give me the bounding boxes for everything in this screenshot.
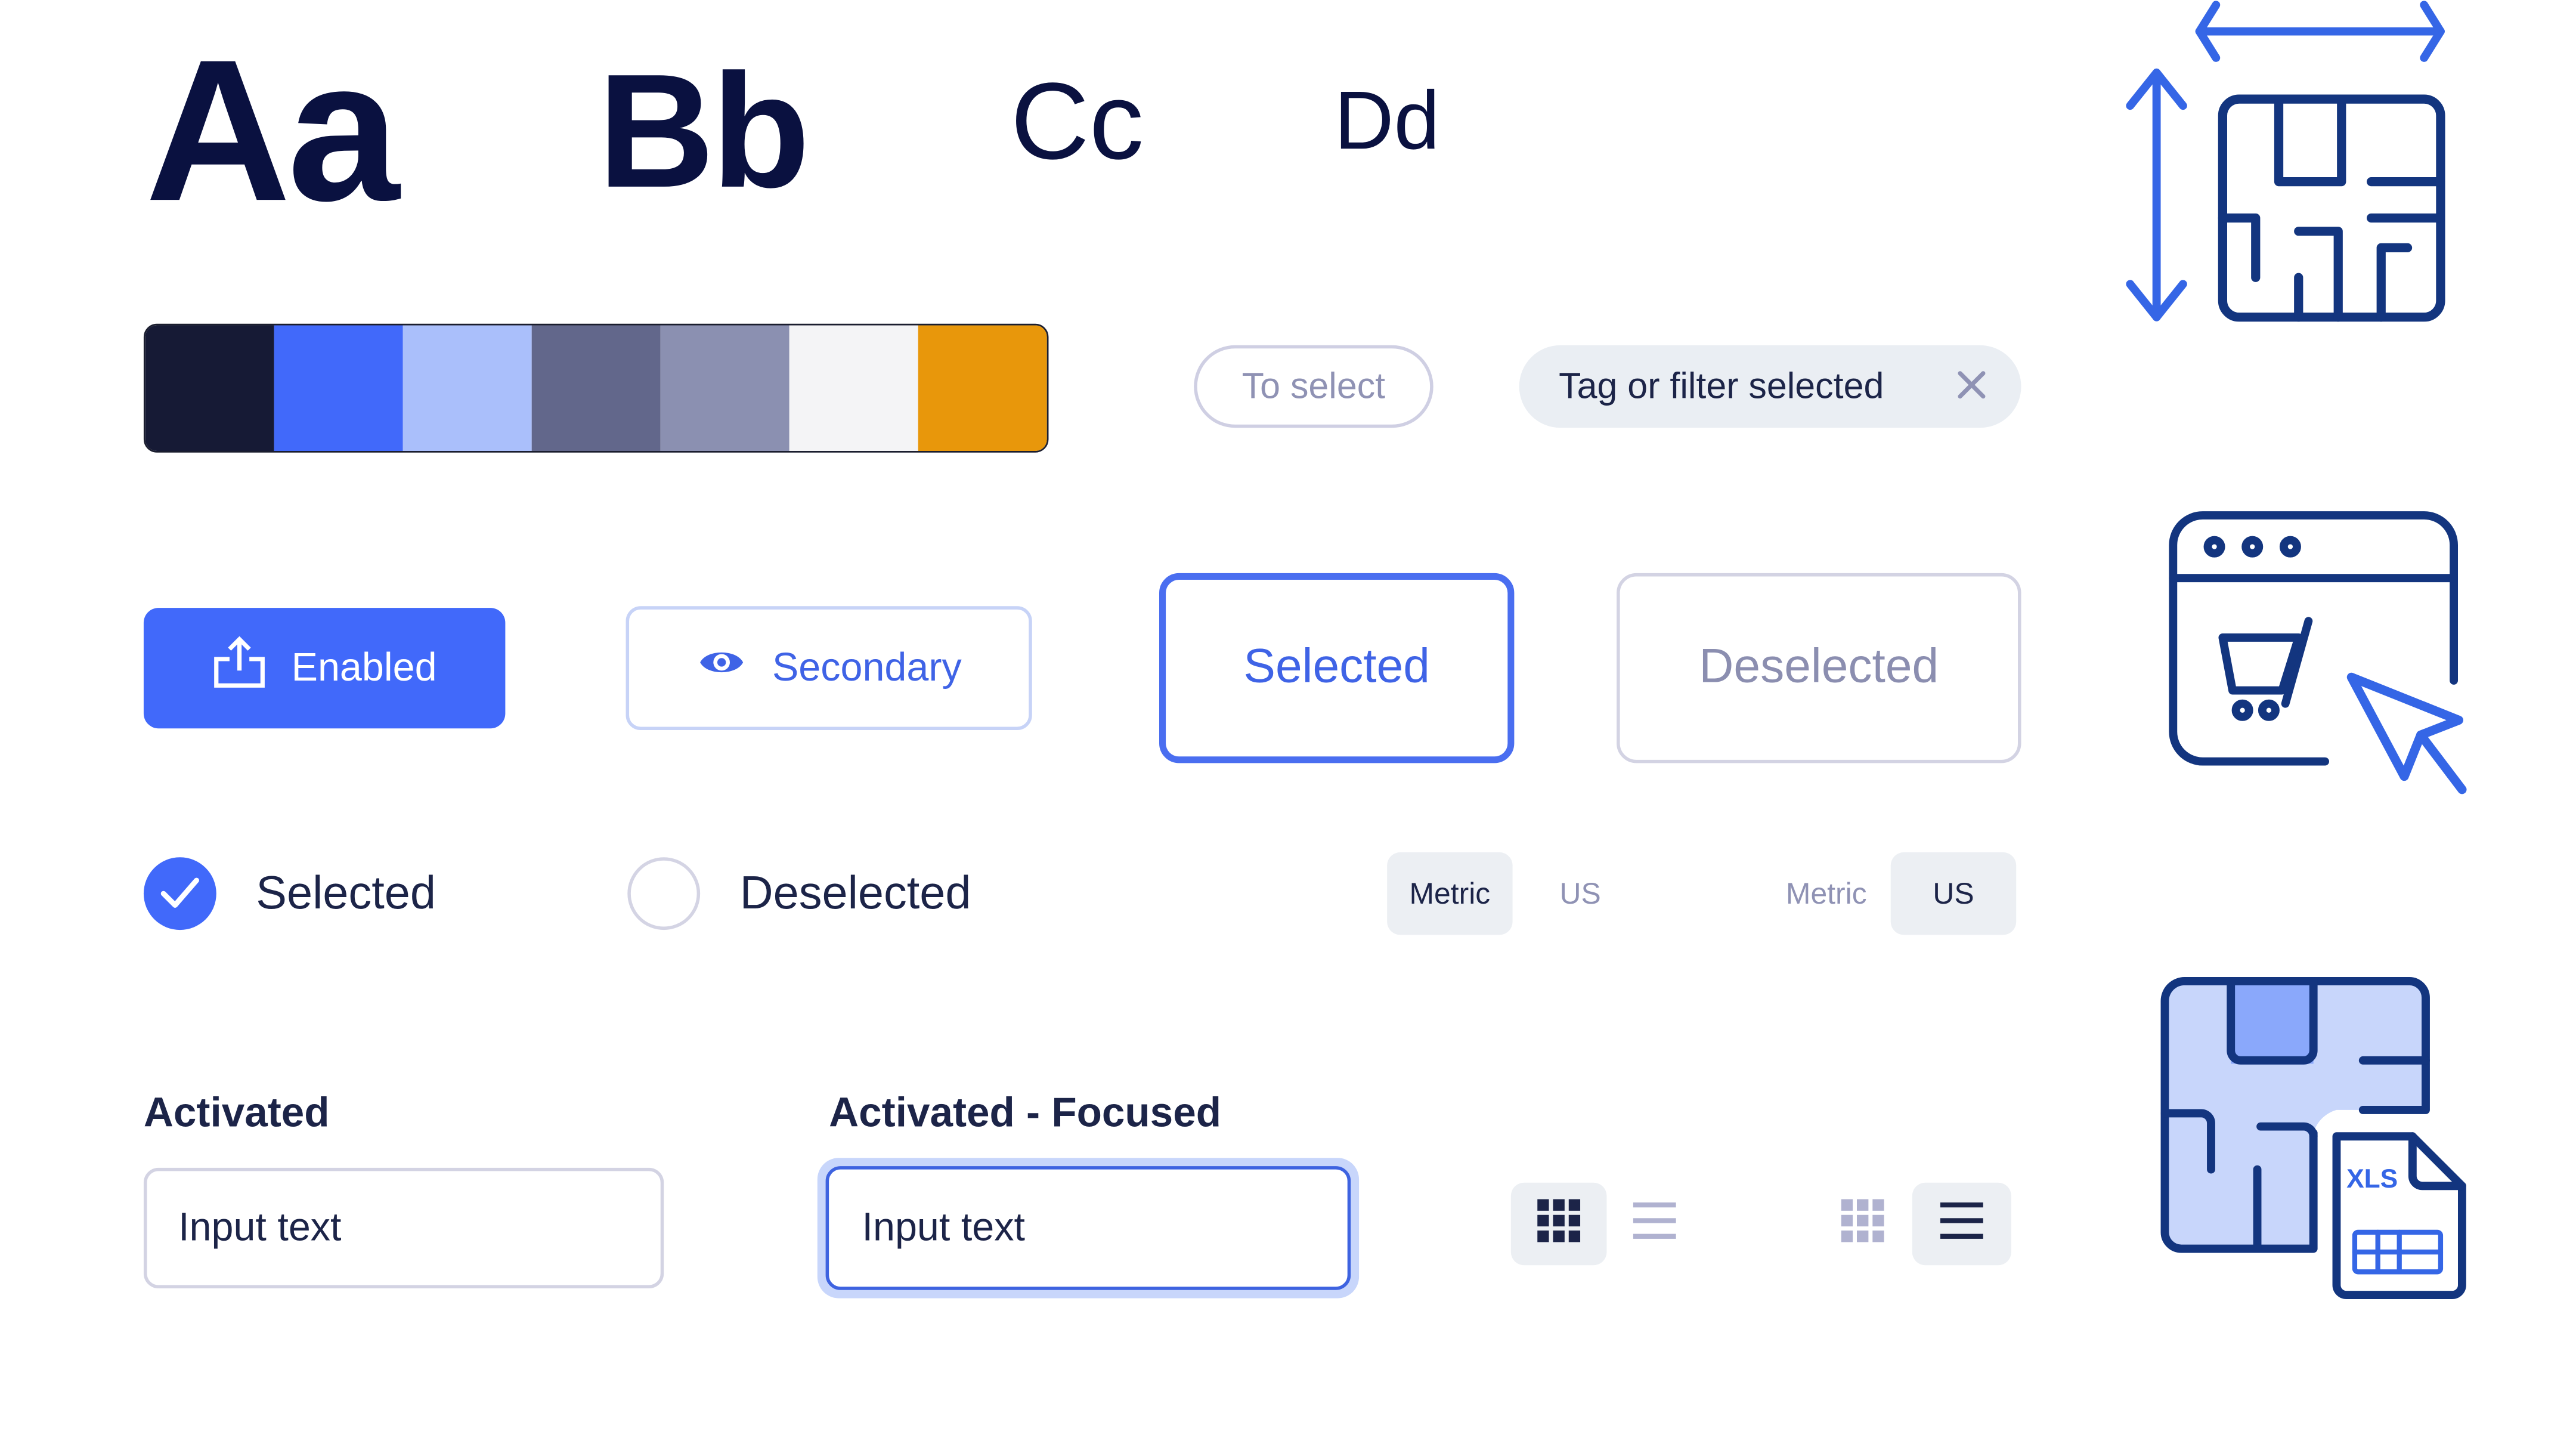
grid-icon [1537, 1198, 1581, 1250]
color-swatch [531, 325, 661, 451]
text-input-focused[interactable]: Input text [825, 1166, 1351, 1290]
type-sample-cc: Cc [1010, 59, 1144, 182]
list-icon [1940, 1200, 1983, 1248]
radio-empty-icon[interactable] [627, 857, 701, 930]
color-swatch [402, 325, 532, 451]
floorplan-xls-icon: XLS [2151, 971, 2482, 1318]
input-label-activated: Activated [143, 1090, 330, 1137]
selected-card-label: Selected [1243, 641, 1430, 694]
radio-label: Deselected [739, 867, 971, 919]
input-label-focused: Activated - Focused [829, 1090, 1222, 1137]
list-view-button[interactable] [1912, 1182, 2011, 1266]
selected-option-card[interactable]: Selected [1159, 573, 1515, 763]
floorplan-dimensions-icon [2120, 0, 2451, 330]
close-icon[interactable] [1952, 365, 1991, 404]
eye-icon [696, 644, 746, 692]
deselected-option-card[interactable]: Deselected [1617, 573, 2021, 763]
browser-cart-cursor-icon [2157, 496, 2487, 809]
secondary-button-label: Secondary [772, 645, 962, 690]
chip-label: To select [1241, 364, 1386, 407]
xls-label: XLS [2346, 1164, 2398, 1194]
input-value: Input text [178, 1205, 342, 1250]
text-input-activated[interactable]: Input text [143, 1167, 664, 1288]
radio-deselected[interactable]: Deselected [627, 857, 971, 930]
unit-toggle-us-active: Metric US [1761, 852, 2017, 935]
unit-option-metric[interactable]: Metric [1762, 852, 1891, 935]
chip-label: Tag or filter selected [1559, 364, 1884, 407]
unit-option-us[interactable]: US [1890, 852, 2017, 935]
color-palette [143, 323, 1049, 453]
unit-option-metric[interactable]: Metric [1387, 852, 1513, 935]
checkmark-icon[interactable] [143, 857, 216, 930]
filter-chip-unselected[interactable]: To select [1194, 345, 1433, 428]
view-toggle-list-active [1813, 1182, 2018, 1266]
color-swatch [918, 325, 1047, 451]
grid-icon [1841, 1198, 1884, 1250]
grid-view-button[interactable] [1813, 1183, 1912, 1265]
list-view-button[interactable] [1606, 1183, 1702, 1265]
filter-chip-selected[interactable]: Tag or filter selected [1519, 345, 2021, 428]
deselected-card-label: Deselected [1699, 641, 1939, 694]
color-swatch [789, 325, 918, 451]
radio-selected[interactable]: Selected [143, 857, 436, 930]
unit-toggle-metric-active: Metric US [1387, 852, 1688, 935]
radio-label: Selected [256, 867, 436, 919]
design-system-sheet: Aa Bb Cc Dd To select Tag or filter sele… [0, 0, 2576, 1450]
grid-view-button[interactable] [1510, 1182, 1607, 1266]
type-sample-aa: Aa [145, 18, 400, 243]
upload-icon [212, 634, 268, 702]
color-swatch [660, 325, 789, 451]
color-swatch [145, 325, 274, 451]
color-swatch [274, 325, 403, 451]
type-sample-dd: Dd [1334, 74, 1440, 167]
unit-option-us[interactable]: US [1513, 852, 1648, 935]
input-value: Input text [862, 1205, 1025, 1250]
list-icon [1633, 1200, 1676, 1248]
view-toggle-grid-active [1510, 1182, 1703, 1266]
secondary-button[interactable]: Secondary [626, 606, 1032, 730]
type-sample-bb: Bb [597, 39, 810, 222]
enabled-button[interactable]: Enabled [143, 608, 506, 729]
enabled-button-label: Enabled [291, 645, 437, 690]
